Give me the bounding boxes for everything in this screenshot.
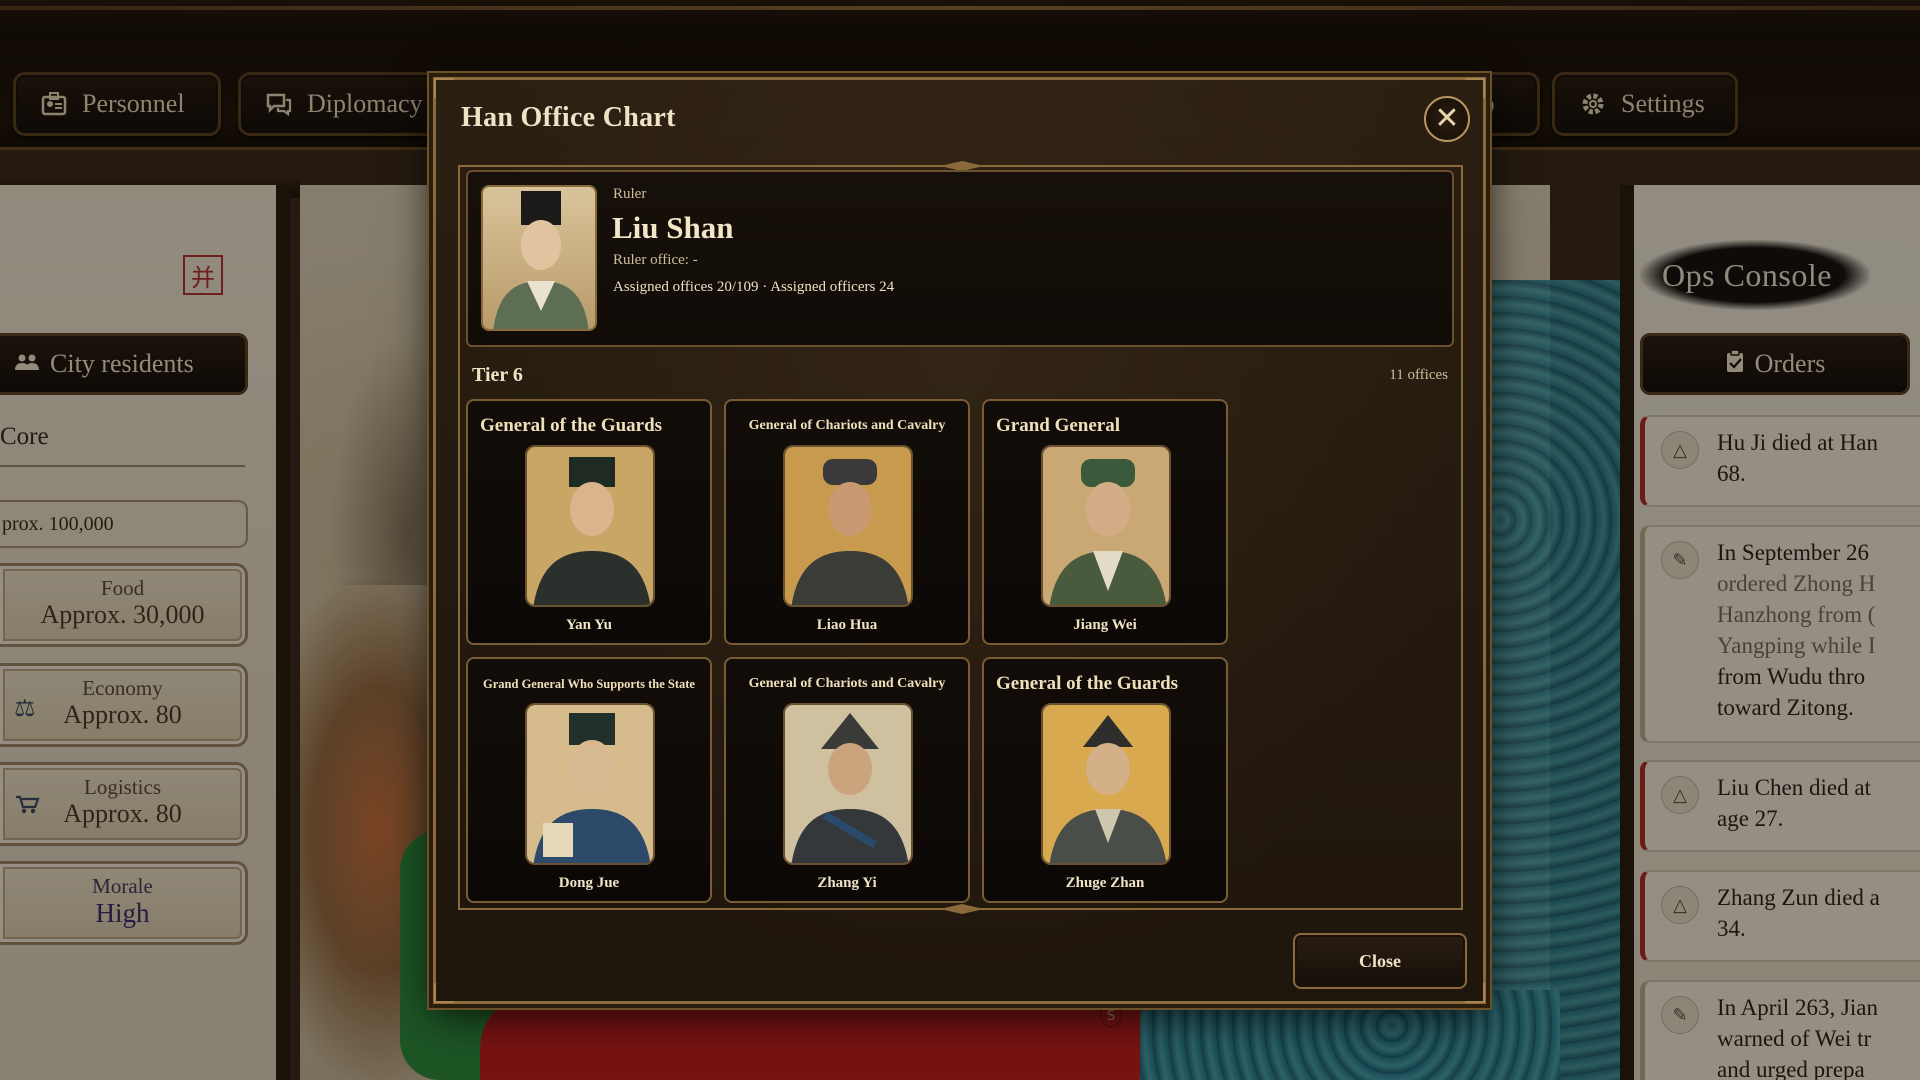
office-card[interactable]: Grand General Jiang Wei	[982, 399, 1228, 645]
close-button[interactable]: Close	[1293, 933, 1467, 989]
officer-name: Liao Hua	[816, 617, 878, 633]
office-card[interactable]: General of the Guards Yan Yu	[466, 399, 712, 645]
office-card[interactable]: General of Chariots and Cavalry Liao Hua	[724, 399, 970, 645]
officer-name: Zhang Yi	[817, 875, 877, 891]
ruler-portrait	[481, 185, 597, 331]
corner-ornament	[434, 78, 454, 98]
office-title: Grand General	[996, 415, 1121, 436]
ruler-name: Liu Shan	[612, 210, 734, 245]
officer-portrait	[525, 703, 655, 865]
officer-portrait	[783, 445, 913, 607]
officer-name: Jiang Wei	[1073, 617, 1137, 633]
corner-ornament	[1465, 983, 1485, 1003]
office-title: General of the Guards	[996, 673, 1179, 694]
tier-label: Tier 6	[472, 364, 523, 386]
officer-name: Yan Yu	[565, 617, 612, 633]
office-title: Grand General Who Supports the State	[483, 677, 695, 691]
office-title: General of the Guards	[480, 415, 663, 436]
officer-portrait	[525, 445, 655, 607]
office-title: General of Chariots and Cavalry	[748, 676, 946, 691]
office-card[interactable]: Grand General Who Supports the State Don…	[466, 657, 712, 903]
officer-portrait	[1041, 703, 1171, 865]
office-card[interactable]: General of Chariots and Cavalry Zhang Yi	[724, 657, 970, 903]
tier-office-count: 11 offices	[1389, 367, 1448, 383]
corner-ornament	[1465, 78, 1485, 98]
corner-ornament	[434, 983, 454, 1003]
modal-title: Han Office Chart	[461, 102, 676, 133]
officer-name: Dong Jue	[558, 875, 620, 891]
officer-portrait	[1041, 445, 1171, 607]
ruler-assignment-stats: Assigned offices 20/109 · Assigned offic…	[613, 279, 895, 295]
office-title: General of Chariots and Cavalry	[748, 418, 946, 433]
ruler-office: Ruler office: -	[613, 252, 698, 268]
officer-name: Zhuge Zhan	[1065, 875, 1145, 891]
officer-portrait	[783, 703, 913, 865]
office-card[interactable]: General of the Guards Zhuge Zhan	[982, 657, 1228, 903]
close-icon[interactable]: ✕	[1424, 96, 1470, 142]
ruler-type-label: Ruler	[613, 186, 647, 202]
